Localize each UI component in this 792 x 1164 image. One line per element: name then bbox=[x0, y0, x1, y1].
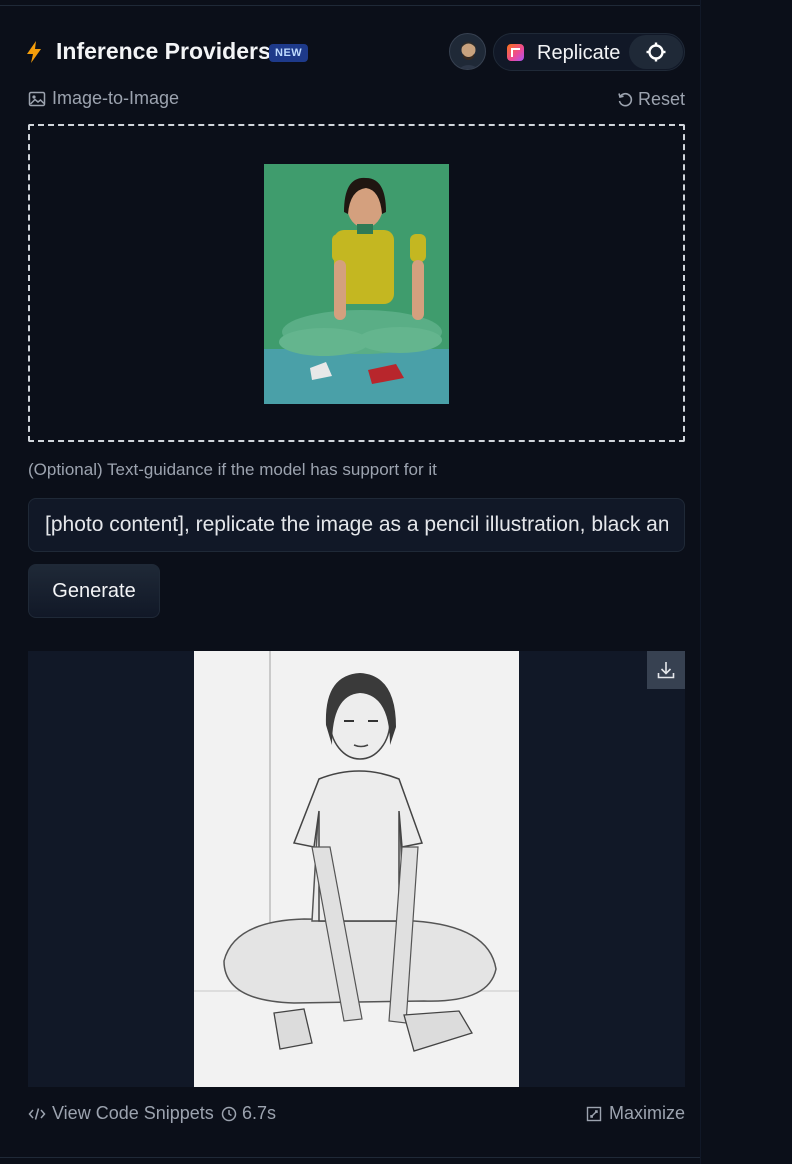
output-image bbox=[194, 651, 519, 1087]
lightning-icon bbox=[27, 41, 41, 63]
reset-label: Reset bbox=[637, 89, 685, 109]
generation-time-value: 6.7s bbox=[242, 1103, 277, 1123]
new-badge: NEW bbox=[269, 44, 309, 62]
guidance-label: (Optional) Text-guidance if the model ha… bbox=[28, 460, 437, 479]
task-row: Image-to-Image Reset bbox=[28, 76, 685, 124]
code-icon bbox=[28, 1107, 46, 1120]
maximize-button[interactable]: Maximize bbox=[586, 1103, 685, 1124]
task-label: Image-to-Image bbox=[28, 88, 179, 109]
widget-title: Inference Providers bbox=[56, 38, 271, 64]
bottom-divider bbox=[0, 1157, 700, 1158]
provider-org-avatar[interactable] bbox=[449, 33, 486, 70]
input-photo-illustration bbox=[264, 164, 449, 404]
generate-button[interactable]: Generate bbox=[28, 564, 160, 618]
image-dropzone[interactable] bbox=[28, 124, 685, 442]
provider-name: Replicate bbox=[537, 42, 621, 64]
right-divider bbox=[700, 0, 701, 1164]
maximize-label: Maximize bbox=[608, 1103, 685, 1123]
download-button[interactable] bbox=[647, 651, 685, 689]
download-icon bbox=[657, 662, 675, 679]
task-label-text: Image-to-Image bbox=[52, 88, 180, 108]
provider-selector[interactable]: Replicate bbox=[493, 33, 685, 71]
avatar-icon bbox=[458, 41, 479, 69]
provider-settings-button[interactable] bbox=[629, 35, 683, 69]
input-image bbox=[264, 164, 449, 404]
top-divider bbox=[0, 5, 700, 6]
maximize-icon bbox=[586, 1106, 602, 1121]
replicate-logo-icon bbox=[507, 44, 524, 61]
output-panel bbox=[28, 651, 685, 1087]
prompt-input[interactable] bbox=[28, 498, 685, 552]
generation-time: 6.7s bbox=[221, 1103, 276, 1124]
output-sketch-illustration bbox=[194, 651, 519, 1087]
output-footer: View Code Snippets 6.7s Maximize bbox=[28, 1087, 685, 1137]
reset-icon bbox=[618, 92, 633, 106]
settings-icon bbox=[646, 42, 666, 62]
clock-icon bbox=[221, 1106, 237, 1121]
image-icon bbox=[28, 91, 46, 106]
view-code-snippets-label: View Code Snippets bbox=[52, 1103, 214, 1123]
view-code-snippets-link[interactable]: View Code Snippets bbox=[28, 1103, 214, 1124]
reset-button[interactable]: Reset bbox=[617, 89, 685, 110]
inference-widget: Inference Providers NEW Replicate Image-… bbox=[27, 30, 685, 1137]
widget-header: Inference Providers NEW Replicate bbox=[27, 30, 685, 76]
